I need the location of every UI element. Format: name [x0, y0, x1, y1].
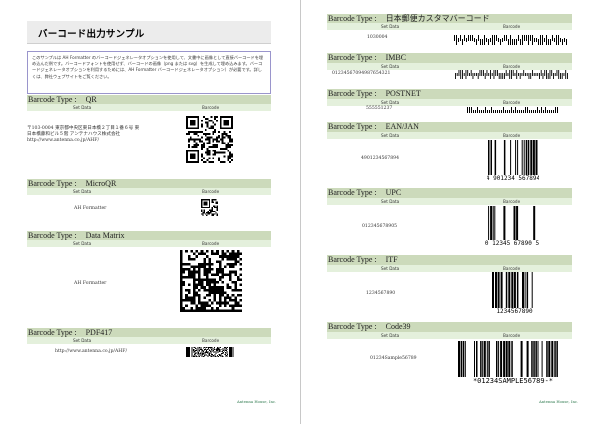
- set-data-imbc: 01234567094987654321: [332, 71, 391, 76]
- column-header-row: Set Data Barcode: [327, 63, 572, 70]
- barcode-type-header-upc: Barcode Type : UPC: [327, 188, 572, 198]
- footer: Antenna House, Inc.: [539, 399, 579, 404]
- datamatrix-code: [180, 250, 242, 312]
- column-header-row: Set Data Barcode: [27, 188, 271, 195]
- column-header-row: Set Data Barcode: [327, 198, 572, 205]
- barcode-type-header-postnet: Barcode Type : POSTNET: [327, 89, 572, 99]
- set-data-datamatrix: AH Formatter: [74, 281, 107, 286]
- pdf417-code: [186, 347, 234, 357]
- column-header-row: Set Data Barcode: [27, 104, 271, 111]
- set-data-upc: 012345678905: [362, 224, 398, 229]
- svg-text:0 12345 67890 5: 0 12345 67890 5: [485, 240, 539, 246]
- set-data-code39: 01234Sample56789: [370, 356, 417, 361]
- page-title: バーコード出力サンプル: [27, 21, 271, 44]
- set-data-japanpost: 1030004: [367, 35, 388, 40]
- ean-barcode: 4 901234 567894: [487, 140, 539, 181]
- qr-code: [186, 116, 233, 163]
- barcode-type-header-code39: Barcode Type : Code39: [327, 322, 572, 332]
- column-header-row: Set Data Barcode: [27, 337, 271, 344]
- column-header-row: Set Data Barcode: [327, 332, 572, 339]
- itf-barcode: 1234567890: [492, 272, 533, 314]
- set-data-postnet: 555551237: [366, 106, 393, 111]
- set-data-pdf417: http://www.antenna.co.jp/AHF/: [55, 349, 128, 354]
- right-page: Barcode Type : 日本郵便カスタマバーコード Set Data Barc…: [301, 0, 600, 424]
- svg-text:4 901234 567894: 4 901234 567894: [487, 175, 539, 181]
- column-header-row: Set Data Barcode: [27, 240, 271, 247]
- svg-text:*01234SAMPLE56789-*: *01234SAMPLE56789-*: [473, 377, 553, 384]
- postnet-barcode: [467, 107, 558, 113]
- barcode-type-header-itf: Barcode Type : ITF: [327, 255, 572, 265]
- description-box: このサンプルは AH Formatter のバーコードジェネレータオプションを使…: [27, 51, 271, 94]
- column-header-row: Set Data Barcode: [327, 265, 572, 272]
- upc-barcode: 0 12345 67890 5: [485, 206, 539, 246]
- barcode-type-header-imbc: Barcode Type : IMBC: [327, 53, 572, 63]
- left-page: バーコード出力サンプル このサンプルは AH Formatter のバーコードジ…: [0, 0, 300, 424]
- set-data-qr: 〒103-0004 東京都中央区東日本橋２丁目１番６号 東 日本橋藤和ビル５階 …: [27, 126, 140, 143]
- microqr-code: [201, 199, 218, 216]
- column-header-row: Set Data Barcode: [327, 99, 572, 106]
- japanpost-barcode: [454, 35, 567, 45]
- column-header-row: Set Data Barcode: [327, 23, 572, 30]
- svg-text:1234567890: 1234567890: [496, 308, 533, 314]
- set-data-microqr: AH Formatter: [74, 206, 107, 211]
- footer: Antenna House, Inc.: [237, 399, 277, 404]
- barcode-type-header-ean: Barcode Type : EAN/JAN: [327, 122, 572, 132]
- set-data-ean: 4901234567894: [361, 156, 399, 161]
- code39-barcode: *01234SAMPLE56789-*: [458, 341, 558, 384]
- set-data-itf: 1234567890: [366, 291, 396, 296]
- column-header-row: Set Data Barcode: [327, 132, 572, 139]
- imbc-barcode: [455, 70, 568, 79]
